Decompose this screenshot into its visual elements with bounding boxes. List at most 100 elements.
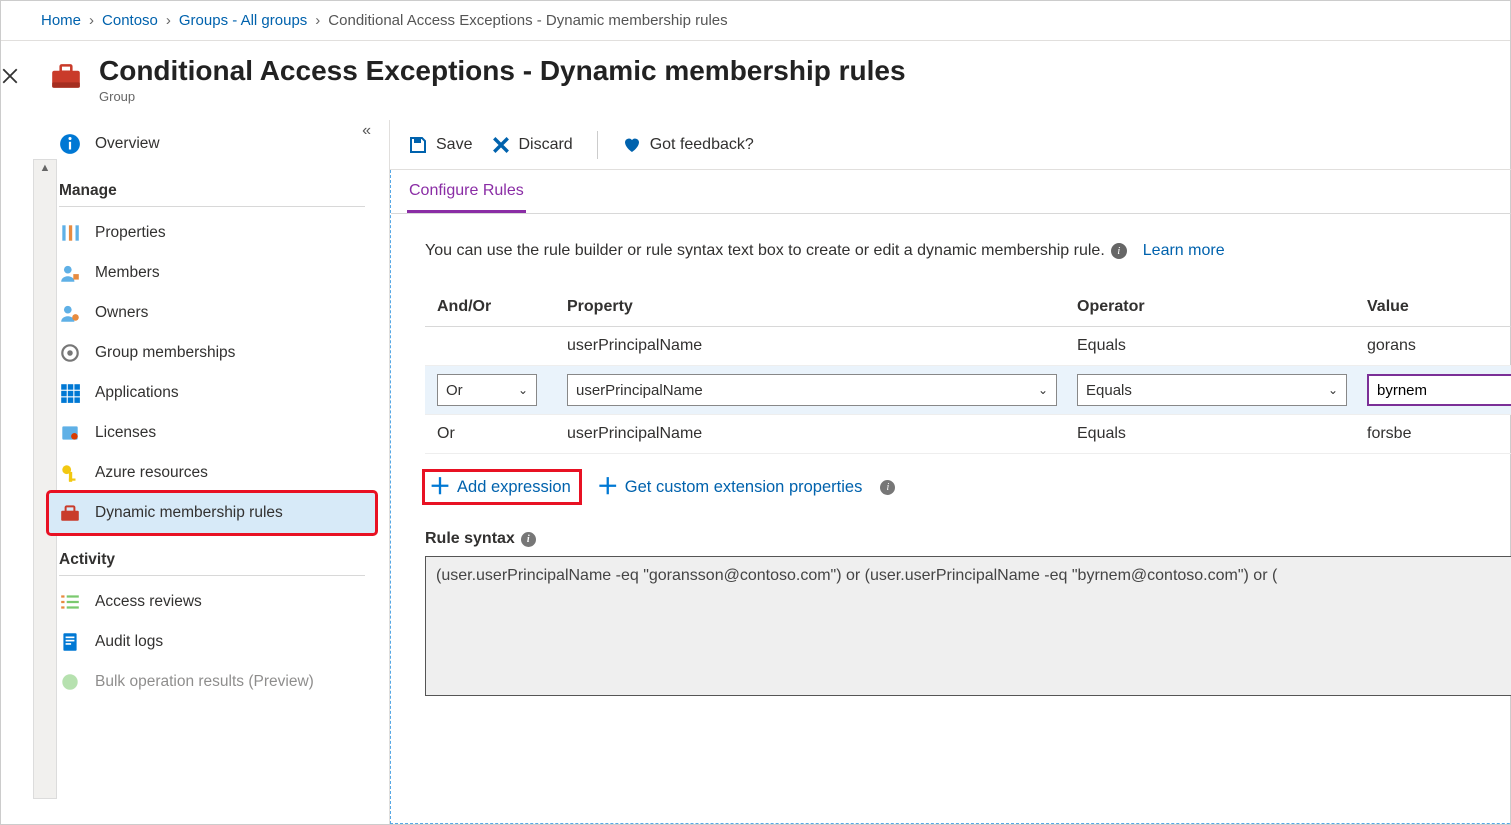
- collapse-sidebar-icon[interactable]: «: [362, 122, 371, 140]
- sidebar-item-label: Bulk operation results (Preview): [95, 673, 314, 691]
- chevron-right-icon: ›: [89, 12, 94, 29]
- sidebar-item-group-memberships[interactable]: Group memberships: [49, 333, 375, 373]
- save-icon: [408, 135, 428, 155]
- page-title: Conditional Access Exceptions - Dynamic …: [99, 55, 906, 87]
- sidebar-item-label: Applications: [95, 384, 179, 402]
- sidebar-item-applications[interactable]: Applications: [49, 373, 375, 413]
- intro-text: You can use the rule builder or rule syn…: [425, 242, 1511, 260]
- toolbar-label: Got feedback?: [650, 136, 754, 154]
- info-icon[interactable]: i: [1111, 243, 1127, 259]
- rule-syntax-label: Rule syntax i: [425, 530, 1511, 548]
- close-icon: [492, 136, 510, 154]
- chevron-down-icon: ⌄: [1328, 383, 1338, 397]
- toolbar-label: Save: [436, 136, 472, 154]
- sidebar-item-label: Properties: [95, 224, 166, 242]
- cell-property: userPrincipalName: [567, 337, 1077, 355]
- discard-button[interactable]: Discard: [492, 136, 572, 154]
- breadcrumb-link[interactable]: Contoso: [102, 12, 158, 29]
- group-briefcase-icon: [49, 59, 83, 93]
- chevron-down-icon: ⌄: [1038, 383, 1048, 397]
- feedback-button[interactable]: Got feedback?: [622, 135, 754, 155]
- sidebar-section-activity: Activity: [59, 551, 365, 569]
- main-panel: Save Discard Got feedback?: [389, 120, 1511, 824]
- sidebar-item-label: Azure resources: [95, 464, 208, 482]
- sidebar-section-manage: Manage: [59, 182, 365, 200]
- col-property: Property: [567, 298, 1077, 316]
- cell-value: forsbe: [1367, 425, 1511, 443]
- info-icon[interactable]: i: [521, 532, 536, 547]
- get-custom-extension-button[interactable]: ＋ Get custom extension properties: [597, 476, 863, 498]
- divider: [59, 575, 365, 576]
- rule-syntax-textbox[interactable]: [425, 556, 1511, 696]
- checklist-icon: [59, 591, 81, 613]
- divider: [59, 206, 365, 207]
- sidebar-item-audit-logs[interactable]: Audit logs: [49, 622, 375, 662]
- person-icon: [59, 262, 81, 284]
- col-value: Value: [1367, 298, 1511, 316]
- cell-operator: Equals: [1077, 425, 1367, 443]
- toolbox-icon: [59, 502, 81, 524]
- sidebar-item-label: Audit logs: [95, 633, 163, 651]
- sliders-icon: [59, 222, 81, 244]
- key-icon: [59, 462, 81, 484]
- save-button[interactable]: Save: [408, 135, 472, 155]
- breadcrumb-link[interactable]: Groups - All groups: [179, 12, 307, 29]
- andor-dropdown[interactable]: Or⌄: [437, 374, 537, 406]
- grid-icon: [59, 382, 81, 404]
- close-icon[interactable]: [1, 67, 19, 824]
- cell-andor: Or: [437, 425, 567, 443]
- cell-property: userPrincipalName: [567, 425, 1077, 443]
- sidebar-item-licenses[interactable]: Licenses: [49, 413, 375, 453]
- table-row: userPrincipalName Equals gorans: [425, 327, 1511, 366]
- table-header: And/Or Property Operator Value: [425, 288, 1511, 327]
- table-row-editable: Or⌄ userPrincipalName⌄: [425, 366, 1511, 415]
- cell-value: gorans: [1367, 337, 1511, 355]
- sidebar-item-properties[interactable]: Properties: [49, 213, 375, 253]
- tab-configure-rules[interactable]: Configure Rules: [407, 170, 526, 213]
- sidebar-item-label: Group memberships: [95, 344, 235, 362]
- add-expression-button[interactable]: ＋ Add expression: [429, 476, 571, 498]
- license-icon: [59, 422, 81, 444]
- sidebar-item-owners[interactable]: Owners: [49, 293, 375, 333]
- breadcrumb-current: Conditional Access Exceptions - Dynamic …: [328, 12, 727, 29]
- divider: [597, 131, 598, 159]
- log-icon: [59, 631, 81, 653]
- person-icon: [59, 302, 81, 324]
- sidebar-item-bulk-operation-results[interactable]: Bulk operation results (Preview): [49, 662, 375, 702]
- toolbar-label: Discard: [518, 136, 572, 154]
- sidebar-item-azure-resources[interactable]: Azure resources: [49, 453, 375, 493]
- sidebar-item-label: Access reviews: [95, 593, 202, 611]
- sidebar-item-label: Dynamic membership rules: [95, 504, 283, 522]
- rules-table: And/Or Property Operator Value userPrinc…: [425, 288, 1511, 454]
- table-row: Or userPrincipalName Equals forsbe: [425, 415, 1511, 454]
- operator-dropdown[interactable]: Equals⌄: [1077, 374, 1347, 406]
- info-icon[interactable]: i: [880, 480, 895, 495]
- value-input[interactable]: [1367, 374, 1511, 406]
- toolbar: Save Discard Got feedback?: [390, 120, 1511, 170]
- heart-icon: [622, 135, 642, 155]
- property-dropdown[interactable]: userPrincipalName⌄: [567, 374, 1057, 406]
- chevron-right-icon: ›: [315, 12, 320, 29]
- sidebar-item-label: Owners: [95, 304, 148, 322]
- plus-icon: ＋: [429, 476, 451, 498]
- page-subtitle: Group: [99, 89, 906, 104]
- sidebar-item-access-reviews[interactable]: Access reviews: [49, 582, 375, 622]
- gear-icon: [59, 342, 81, 364]
- chevron-down-icon: ⌄: [518, 383, 528, 397]
- info-icon: [59, 133, 81, 155]
- sidebar-item-members[interactable]: Members: [49, 253, 375, 293]
- cell-operator: Equals: [1077, 337, 1367, 355]
- learn-more-link[interactable]: Learn more: [1143, 242, 1225, 260]
- tab-bar: Configure Rules: [391, 170, 1511, 214]
- col-operator: Operator: [1077, 298, 1367, 316]
- sidebar-item-label: Members: [95, 264, 160, 282]
- plus-icon: ＋: [597, 476, 619, 498]
- sidebar: « Overview Manage Properties Members: [19, 120, 389, 824]
- sidebar-item-label: Overview: [95, 135, 160, 153]
- sidebar-item-overview[interactable]: Overview: [49, 124, 375, 164]
- sidebar-item-dynamic-membership-rules[interactable]: Dynamic membership rules: [49, 493, 375, 533]
- col-andor: And/Or: [437, 298, 567, 316]
- page-header: Conditional Access Exceptions - Dynamic …: [19, 41, 1511, 120]
- breadcrumb-link[interactable]: Home: [41, 12, 81, 29]
- bulk-icon: [59, 671, 81, 693]
